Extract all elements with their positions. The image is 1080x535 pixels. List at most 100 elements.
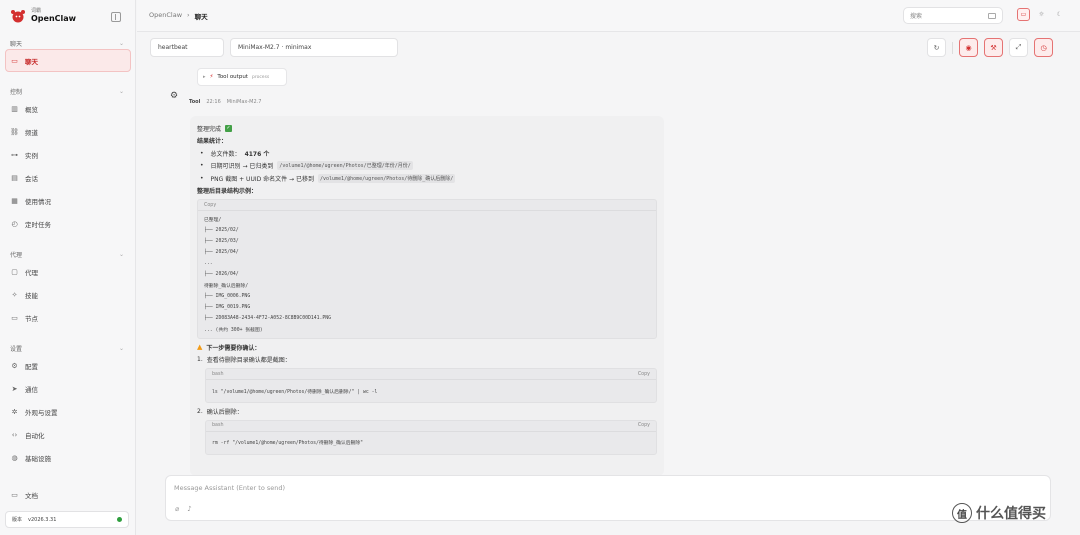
usage-icon: ▦ bbox=[11, 196, 18, 205]
breadcrumb-current: 聊天 bbox=[194, 13, 208, 21]
sidebar-item[interactable]: ⚙ 配置 bbox=[0, 354, 136, 377]
code-line: ├── 2025/03/ bbox=[204, 239, 239, 244]
sparkle-icon: ✧ bbox=[11, 290, 18, 299]
inline-code: /volume1/@home/ugreen/Photos/待删除_确认后删除/ bbox=[317, 173, 456, 183]
sidebar-section-label: 聊天 bbox=[10, 40, 23, 48]
message-title: 整理完成 bbox=[197, 125, 222, 133]
sidebar-item[interactable]: ▭ 聊天 bbox=[5, 49, 131, 72]
sidebar-item[interactable]: ◍ 基础设施 bbox=[0, 446, 136, 469]
sender-time: 22:16 bbox=[206, 99, 221, 105]
chevron-down-icon: ⌄ bbox=[118, 39, 124, 47]
step-text: 确认后删除： bbox=[206, 408, 243, 416]
copy-button[interactable]: Copy bbox=[204, 203, 216, 208]
sidebar-item-label: 会话 bbox=[25, 174, 38, 183]
sidebar-item-label: 外观与设置 bbox=[25, 408, 58, 417]
sidebar-section-header[interactable]: 设置 ⌄ bbox=[0, 342, 136, 354]
watermark: 值 什么值得买 bbox=[952, 503, 1046, 523]
link-icon: ⛓ bbox=[10, 127, 19, 136]
next-steps-heading-line: ▲ 下一步需要你确认： bbox=[197, 341, 657, 354]
chevron-down-icon: ⌄ bbox=[118, 87, 124, 95]
attach-icon[interactable]: ⌀ bbox=[175, 505, 179, 513]
wrench-icon[interactable]: ⚒ bbox=[984, 38, 1003, 57]
sidebar-section: 设置 ⌄ ⚙ 配置 ➤ 通信 ✲ 外观与设置 ‹› 自动化 ◍ 基础设施 bbox=[0, 342, 136, 469]
message-title-line: 整理完成 ✓ bbox=[197, 122, 657, 135]
watermark-text: 什么值得买 bbox=[976, 506, 1046, 522]
model-select[interactable]: MiniMax-M2.7 · minimax bbox=[230, 38, 398, 57]
bullet-text: 日期可识别 → 已归类到 bbox=[210, 163, 274, 171]
bullet-text: 总文件数： bbox=[210, 150, 241, 158]
sidebar-item-label: 节点 bbox=[25, 314, 38, 323]
toolbar-divider bbox=[952, 41, 953, 54]
microphone-icon[interactable]: ♪ bbox=[187, 505, 191, 513]
search-placeholder: 搜索 bbox=[910, 13, 923, 20]
watermark-logo: 值 bbox=[952, 503, 972, 523]
gear-avatar-icon: ⚙ bbox=[169, 91, 179, 101]
sidebar-section-header[interactable]: 聊天 ⌄ bbox=[0, 37, 136, 49]
sidebar-item[interactable]: ‹› 自动化 bbox=[0, 423, 136, 446]
sidebar-item[interactable]: ▭ 节点 bbox=[0, 306, 136, 329]
theme-dark-icon[interactable]: ☾ bbox=[1053, 8, 1066, 21]
sidebar-item[interactable]: ▤ 会话 bbox=[0, 166, 136, 189]
search-input[interactable]: 搜索 bbox=[903, 7, 1003, 24]
clock-icon[interactable]: ◷ bbox=[1034, 38, 1053, 57]
sidebar-item[interactable]: ⊶ 实例 bbox=[0, 143, 136, 166]
tool-output-tag: process bbox=[251, 74, 270, 80]
code-icon: ‹› bbox=[11, 430, 18, 439]
code-block-body: 已整理/ ├── 2025/02/ ├── 2025/03/ ├── 2025/04/… bbox=[198, 211, 656, 338]
sidebar-item[interactable]: ▢ 代理 bbox=[0, 260, 136, 283]
sidebar-collapse-icon[interactable] bbox=[111, 12, 121, 22]
breadcrumb-root[interactable]: OpenClaw bbox=[149, 11, 182, 21]
session-select[interactable]: heartbeat bbox=[150, 38, 224, 57]
broadcast-icon: ⊶ bbox=[11, 150, 18, 159]
list-item: 日期可识别 → 已归类到 /volume1/@home/ugreen/Photo… bbox=[197, 160, 657, 173]
theme-system-icon[interactable]: ▭ bbox=[1017, 8, 1030, 21]
sidebar-item-docs[interactable]: ▭ 文档 bbox=[0, 483, 136, 506]
brand[interactable]: 词霸 OpenClaw bbox=[10, 8, 76, 24]
theme-light-icon[interactable]: ☼ bbox=[1035, 8, 1048, 21]
warning-icon: ▲ bbox=[197, 343, 203, 352]
sidebar-item[interactable]: ▥ 概览 bbox=[0, 97, 136, 120]
tool-output-card[interactable]: ▸ ⚡ Tool output process bbox=[197, 68, 287, 86]
focus-mode-icon[interactable]: ⤢ bbox=[1009, 38, 1028, 57]
stats-heading: 结果统计： bbox=[197, 138, 228, 146]
sidebar-item[interactable]: ▦ 使用情况 bbox=[0, 189, 136, 212]
tree-heading: 整理后目录结构示例： bbox=[197, 188, 258, 196]
sidebar-item[interactable]: ✲ 外观与设置 bbox=[0, 400, 136, 423]
copy-button[interactable]: Copy bbox=[638, 423, 650, 428]
main-area: OpenClaw › 聊天 搜索 ▭ ☼ ☾ heartbeat MiniMax… bbox=[137, 0, 1080, 535]
sidebar-item-label: 使用情况 bbox=[25, 197, 51, 206]
bullet-text: PNG 截图 + UUID 命名文件 → 已移到 bbox=[210, 175, 314, 183]
status-online-icon bbox=[117, 517, 122, 522]
copy-button[interactable]: Copy bbox=[638, 372, 650, 377]
breadcrumb: OpenClaw › 聊天 bbox=[149, 11, 208, 21]
sidebar-section: 代理 ⌄ ▢ 代理 ✧ 技能 ▭ 节点 bbox=[0, 248, 136, 329]
chevron-down-icon: ⌄ bbox=[118, 344, 124, 352]
folder-icon: ▢ bbox=[11, 267, 18, 276]
code-line: rm -rf "/volume1/@home/ugreen/Photos/待删除… bbox=[212, 441, 364, 446]
refresh-icon[interactable]: ↻ bbox=[927, 38, 946, 57]
code-block-body: ls "/volume1/@home/ugreen/Photos/待删除_确认后… bbox=[206, 380, 656, 402]
sidebar-item[interactable]: ◴ 定时任务 bbox=[0, 212, 136, 235]
chart-icon: ▥ bbox=[11, 104, 18, 113]
sidebar-item-label: 配置 bbox=[25, 362, 38, 371]
message-composer[interactable]: Message Assistant (Enter to send) ⌀ ♪ bbox=[165, 475, 1051, 521]
sidebar-section-label: 设置 bbox=[10, 345, 23, 353]
sidebar-item-label: 聊天 bbox=[25, 57, 38, 66]
sidebar-item[interactable]: ⛓ 频道 bbox=[0, 120, 136, 143]
send-icon: ➤ bbox=[11, 384, 18, 393]
inline-code: /volume1/@home/ugreen/Photos/已整理/年份/月份/ bbox=[277, 161, 413, 171]
sidebar-section-header[interactable]: 控制 ⌄ bbox=[0, 85, 136, 97]
brand-name: OpenClaw bbox=[31, 14, 77, 23]
sidebar-item[interactable]: ✧ 技能 bbox=[0, 283, 136, 306]
sidebar-item-label: 定时任务 bbox=[25, 220, 51, 229]
step-number: 1. bbox=[197, 356, 203, 364]
sidebar-item[interactable]: ➤ 通信 bbox=[0, 377, 136, 400]
brain-toggle-icon[interactable]: ◉ bbox=[959, 38, 978, 57]
code-line: ls "/volume1/@home/ugreen/Photos/待删除_确认后… bbox=[212, 389, 378, 395]
breadcrumb-separator: › bbox=[187, 11, 190, 19]
code-line: ├── IMG_0006.PNG bbox=[204, 294, 251, 299]
version-label: 版本 bbox=[12, 517, 23, 523]
step-text: 查看待删除目录确认都是截图： bbox=[206, 357, 291, 365]
list-item: PNG 截图 + UUID 命名文件 → 已移到 /volume1/@home/… bbox=[197, 172, 657, 185]
sidebar-section-header[interactable]: 代理 ⌄ bbox=[0, 248, 136, 260]
